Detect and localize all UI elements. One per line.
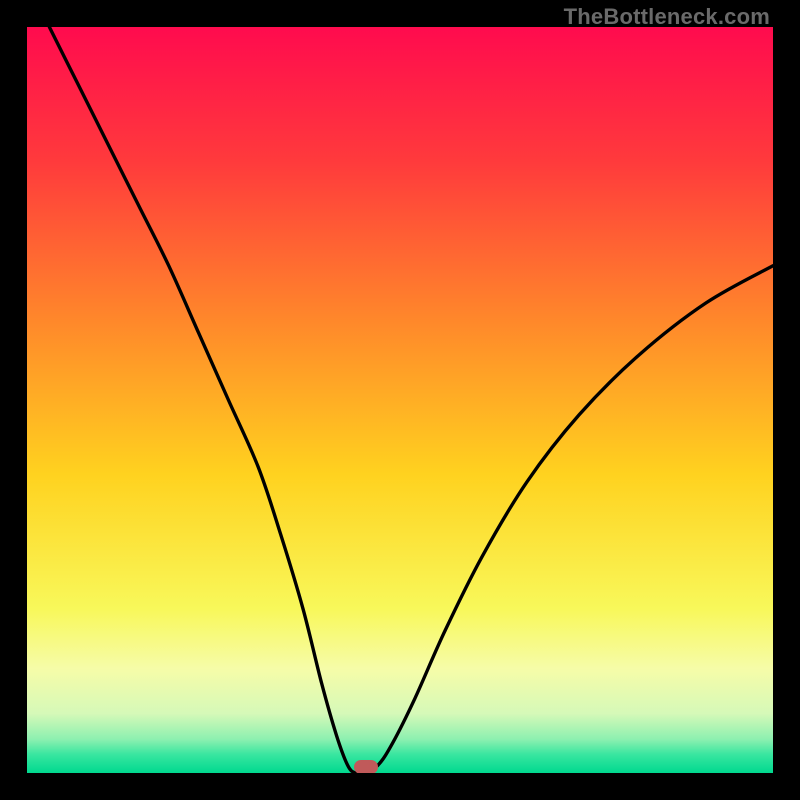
bottleneck-curve	[27, 27, 773, 773]
optimal-point-marker	[354, 760, 378, 773]
chart-frame: TheBottleneck.com	[0, 0, 800, 800]
plot-area	[27, 27, 773, 773]
